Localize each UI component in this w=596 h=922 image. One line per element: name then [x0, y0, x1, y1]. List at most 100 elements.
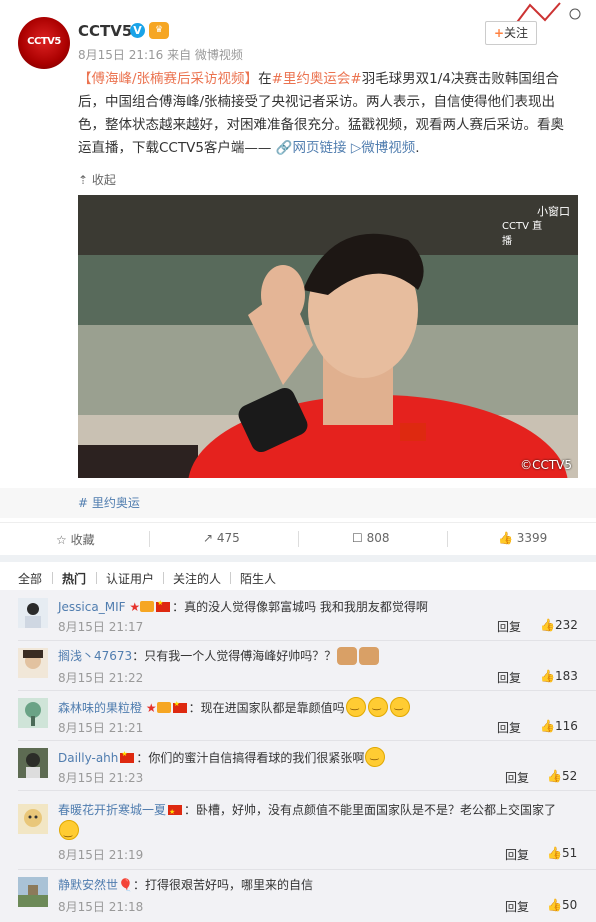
comment-divider — [18, 740, 596, 741]
action-bar: ☆ 收藏 ↗ 475 ☐ 808 👍 3399 — [0, 522, 596, 556]
comment-content: ：你们的蜜汁自信搞得看球的我们很紧张啊 — [136, 751, 365, 765]
reply-button[interactable]: 回复 — [497, 669, 521, 686]
watermark: ©CCTV5 — [520, 458, 572, 472]
comment-text: 静默安然世🎈：打得很艰苦好吗，哪里来的自信 — [58, 876, 313, 893]
video-link[interactable]: ▷微博视频 — [351, 140, 415, 156]
filter-divider — [230, 572, 231, 584]
poster-avatar[interactable]: CCTV5 — [18, 17, 70, 69]
smile-emoji-icon — [365, 747, 386, 767]
topic-tag[interactable]: # 里约奥运 — [78, 494, 140, 511]
filter-verified[interactable]: 认证用户 — [106, 570, 154, 587]
vip-crown-icon — [140, 601, 155, 612]
commenter-avatar[interactable] — [18, 877, 48, 907]
comment-like-button[interactable]: 👍52 — [547, 769, 577, 783]
comment-content: ：卧槽，好帅，没有点颜值不能里面国家队是不是？老公都上交国家了 — [184, 803, 557, 817]
favorite-button[interactable]: ☆ 收藏 — [56, 531, 95, 548]
sad-emoji-icon — [59, 820, 79, 843]
thumbs-up-icon: 👍 — [540, 719, 555, 733]
comment-like-button[interactable]: 👍50 — [547, 898, 577, 912]
commenter-name[interactable]: Dailly-ahh — [58, 751, 118, 765]
comment-time: 8月15日 21:19 — [58, 848, 144, 862]
vip-crown-icon — [156, 702, 171, 713]
reply-button[interactable]: 回复 — [497, 719, 521, 736]
star-outline-icon: ☆ — [56, 533, 71, 547]
comment-content: ：现在进国家队都是靠颜值吗 — [188, 701, 345, 715]
topic-link[interactable]: #里约奥运会# — [272, 71, 362, 87]
like-button[interactable]: 👍 3399 — [498, 531, 547, 545]
comment-divider — [18, 640, 596, 641]
commenter-avatar[interactable] — [18, 748, 48, 778]
comment-text: 搁浅丶47673：只有我一个人觉得傅海峰好帅吗？？ — [58, 647, 380, 665]
comment-like-button[interactable]: 👍183 — [540, 669, 578, 683]
comment-content: ：只有我一个人觉得傅海峰好帅吗？？ — [132, 649, 337, 663]
comment-time: 8月15日 21:18 — [58, 900, 144, 914]
body-text-3: . — [415, 140, 420, 156]
reply-button[interactable]: 回复 — [505, 898, 529, 915]
commenter-avatar[interactable] — [18, 804, 48, 834]
smile-emoji-icon — [345, 697, 366, 717]
comment-item: 搁浅丶47673：只有我一个人觉得傅海峰好帅吗？？ 8月15日 21:22 回复… — [0, 642, 596, 690]
filter-divider — [52, 572, 53, 584]
reply-button[interactable]: 回复 — [505, 769, 529, 786]
comment-button[interactable]: ☐ 808 — [352, 531, 389, 545]
repost-button[interactable]: ↗ 475 — [203, 531, 240, 545]
commenter-avatar[interactable] — [18, 598, 48, 628]
filter-hot[interactable]: 热门 — [62, 570, 86, 587]
web-link[interactable]: 🔗网页链接 — [276, 140, 347, 156]
weibo-post: CCTV5 CCTV5 V ♛ 8月15日 21:16 来自 微博视频 +关注 … — [0, 0, 596, 555]
china-flag-icon — [172, 700, 187, 713]
reply-button[interactable]: 回复 — [505, 846, 529, 863]
comment-time: 8月15日 21:22 — [58, 671, 144, 685]
commenter-name[interactable]: 搁浅丶47673 — [58, 649, 132, 663]
vip-crown-icon: ♛ — [149, 22, 169, 39]
commenter-name[interactable]: Jessica_MIF — [58, 600, 126, 614]
comment-divider — [18, 690, 596, 691]
comment-divider — [18, 790, 596, 791]
comment-text: Jessica_MIF ★ ：真的没人觉得像郭富城吗 我和我朋友都觉得啊 — [58, 598, 428, 615]
follow-button[interactable]: +关注 — [485, 21, 537, 45]
commenter-avatar[interactable] — [18, 698, 48, 728]
follow-label: 关注 — [504, 26, 529, 40]
commenter-name[interactable]: 森林味的果粒橙 — [58, 701, 142, 715]
china-flag-icon — [168, 802, 183, 822]
post-body: 【傅海峰/张楠赛后采访视频】在#里约奥运会#羽毛球男双1/4决赛击败韩国组合后，… — [78, 68, 572, 160]
comment-item: 春暖花开折寒城一夏 ：卧槽，好帅，没有点颜值不能里面国家队是不是？老公都上交国家了… — [0, 792, 596, 866]
video-thumbnail[interactable]: 小窗口 CCTV 直播 ©CCTV5 — [78, 195, 578, 478]
dog-emoji-icon — [337, 647, 358, 665]
action-divider — [149, 531, 150, 547]
comment-time: 8月15日 21:21 — [58, 721, 144, 735]
comment-time: 8月15日 21:17 — [58, 620, 144, 634]
comment-like-button[interactable]: 👍51 — [547, 846, 577, 860]
comment-like-button[interactable]: 👍232 — [540, 618, 578, 632]
comment-item: 静默安然世🎈：打得很艰苦好吗，哪里来的自信 8月15日 21:18 回复 👍50 — [0, 871, 596, 919]
comment-item: 森林味的果粒橙 ★ ：现在进国家队都是靠颜值吗 8月15日 21:21 回复 👍1… — [0, 692, 596, 740]
post-title[interactable]: 【傅海峰/张楠赛后采访视频】 — [78, 71, 258, 87]
comment-text: Dailly-ahh ：你们的蜜汁自信搞得看球的我们很紧张啊 — [58, 747, 386, 767]
reply-button[interactable]: 回复 — [497, 618, 521, 635]
post-meta: 8月15日 21:16 来自 微博视频 — [78, 48, 243, 62]
smile-emoji-icon — [389, 697, 410, 717]
filter-following[interactable]: 关注的人 — [173, 570, 221, 587]
thumbs-up-icon: 👍 — [540, 669, 555, 683]
china-flag-icon — [156, 599, 171, 612]
commenter-avatar[interactable] — [18, 648, 48, 678]
dog-emoji-icon — [359, 647, 380, 665]
comment-like-button[interactable]: 👍116 — [540, 719, 578, 733]
thumbs-up-icon: 👍 — [498, 531, 517, 545]
topic-bar[interactable]: # 里约奥运 — [0, 488, 596, 518]
commenter-name[interactable]: 静默安然世 — [58, 878, 118, 892]
balloon-badge-icon: 🎈 — [118, 878, 133, 892]
thumbs-up-icon: 👍 — [540, 618, 555, 632]
star-badge-icon: ★ — [142, 701, 157, 715]
poster-name[interactable]: CCTV5 — [78, 22, 132, 40]
plus-icon: + — [493, 26, 505, 40]
commenter-name[interactable]: 春暖花开折寒城一夏 — [58, 803, 166, 817]
filter-strangers[interactable]: 陌生人 — [240, 570, 276, 587]
avatar-logo-text: CCTV5 — [27, 36, 61, 47]
comment-text: 春暖花开折寒城一夏 ：卧槽，好帅，没有点颜值不能里面国家队是不是？老公都上交国家了 — [58, 800, 568, 843]
comment-item: Jessica_MIF ★ ：真的没人觉得像郭富城吗 我和我朋友都觉得啊 8月15… — [0, 590, 596, 638]
china-flag-icon — [120, 750, 135, 763]
collapse-button[interactable]: ⇡ 收起 — [78, 171, 116, 188]
filter-all[interactable]: 全部 — [18, 570, 42, 587]
channel-logo: CCTV 直播 — [502, 221, 543, 247]
